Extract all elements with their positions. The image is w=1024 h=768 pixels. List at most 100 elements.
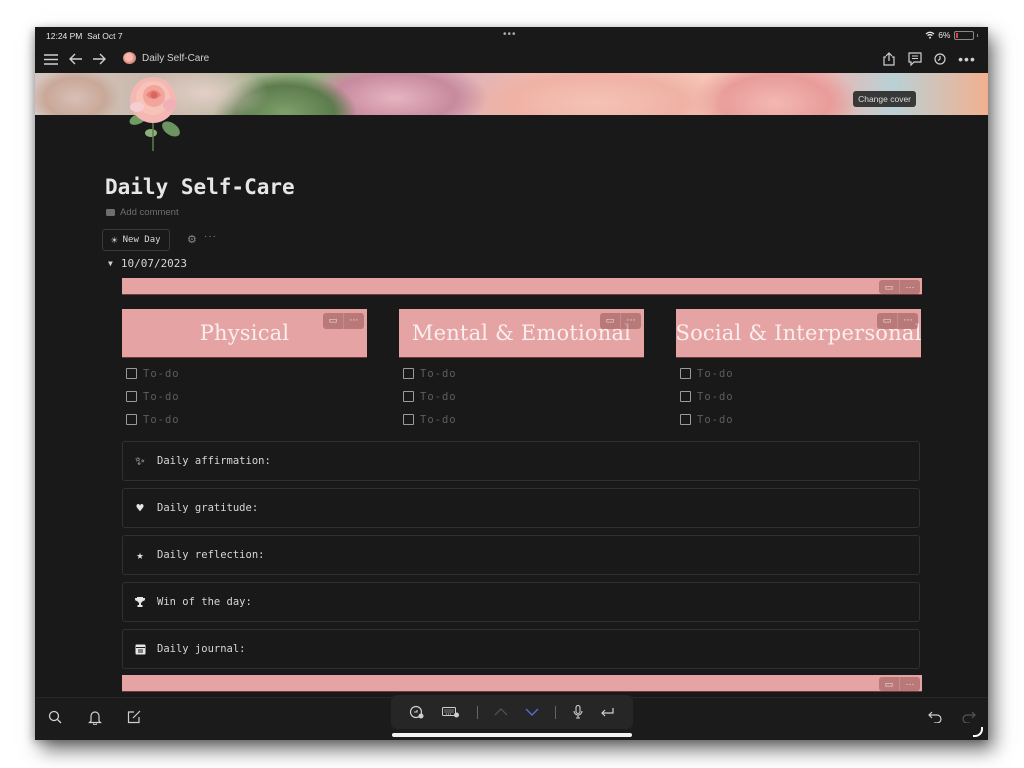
resize-corner bbox=[973, 727, 983, 737]
toggle-date: 10/07/2023 bbox=[120, 257, 188, 270]
more-icon[interactable]: ••• bbox=[958, 50, 976, 68]
page-title[interactable]: Daily Self-Care bbox=[105, 175, 295, 199]
heart-icon: ♥ bbox=[136, 501, 144, 515]
separator bbox=[476, 705, 478, 719]
checkbox[interactable] bbox=[126, 368, 137, 379]
checkbox[interactable] bbox=[680, 368, 691, 379]
divider-banner-top[interactable]: ▭ ··· bbox=[122, 278, 922, 295]
more-icon[interactable]: ··· bbox=[899, 280, 920, 294]
checkbox[interactable] bbox=[403, 368, 414, 379]
todo-item[interactable]: To-do bbox=[403, 408, 644, 431]
column-heading[interactable]: Social & Interpersonal ▭ ··· bbox=[676, 309, 921, 358]
comment-icon[interactable]: ▭ bbox=[879, 280, 899, 294]
todo-placeholder: To-do bbox=[143, 390, 180, 403]
microphone-icon[interactable] bbox=[573, 705, 583, 719]
share-icon[interactable] bbox=[880, 50, 898, 68]
comment-icon[interactable]: ▭ bbox=[879, 677, 899, 691]
sparkles-icon: ✨︎ bbox=[135, 453, 145, 468]
callout-affirmation[interactable]: ✨︎ Daily affirmation: bbox=[122, 441, 920, 481]
todo-item[interactable]: To-do bbox=[680, 385, 921, 408]
journal-icon bbox=[133, 644, 147, 655]
hamburger-icon[interactable] bbox=[42, 50, 60, 68]
todo-placeholder: To-do bbox=[697, 390, 734, 403]
keyboard-icon[interactable] bbox=[441, 706, 460, 718]
bell-icon[interactable] bbox=[84, 706, 106, 728]
comment-icon[interactable]: ▭ bbox=[323, 313, 343, 329]
checkbox[interactable] bbox=[403, 414, 414, 425]
status-bar: 12:24 PM Sat Oct 7 ••• 6% bbox=[35, 27, 988, 45]
undo-history-icon[interactable] bbox=[409, 705, 425, 719]
more-icon[interactable]: ··· bbox=[343, 313, 364, 329]
sun-icon: ☀ bbox=[111, 233, 118, 247]
todo-item[interactable]: To-do bbox=[126, 385, 367, 408]
search-icon[interactable] bbox=[44, 706, 66, 728]
multitask-dots[interactable]: ••• bbox=[503, 29, 517, 40]
more-icon[interactable]: ··· bbox=[620, 313, 641, 329]
rose-icon bbox=[123, 52, 136, 64]
callout-journal[interactable]: Daily journal: bbox=[122, 629, 920, 669]
comment-icon[interactable]: ▭ bbox=[600, 313, 620, 329]
callout-label: Daily journal: bbox=[157, 643, 246, 655]
battery-percent: 6% bbox=[938, 30, 951, 40]
arrow-left-icon[interactable] bbox=[67, 50, 85, 68]
home-indicator[interactable] bbox=[392, 733, 632, 737]
callout-reflection[interactable]: ★ Daily reflection: bbox=[122, 535, 920, 575]
comment-icon[interactable]: ▭ bbox=[877, 313, 897, 329]
star-icon: ★ bbox=[136, 548, 144, 562]
checkbox[interactable] bbox=[680, 414, 691, 425]
breadcrumb-page[interactable]: Daily Self-Care bbox=[123, 52, 209, 64]
status-right: 6% bbox=[925, 30, 978, 40]
column-mental-emotional: Mental & Emotional ▭ ··· To-do To-do To-d… bbox=[399, 309, 644, 431]
block-tools: ▭ ··· bbox=[877, 313, 918, 329]
checkbox[interactable] bbox=[126, 391, 137, 402]
top-nav: Daily Self-Care ••• bbox=[35, 45, 988, 73]
redo-icon[interactable] bbox=[957, 706, 979, 728]
heading-text: Mental & Emotional bbox=[411, 321, 632, 345]
divider-banner-bottom[interactable]: ▭ ··· bbox=[122, 675, 922, 692]
callout-label: Daily gratitude: bbox=[157, 502, 259, 514]
todo-placeholder: To-do bbox=[143, 367, 180, 380]
breadcrumb-title: Daily Self-Care bbox=[142, 52, 210, 64]
todo-item[interactable]: To-do bbox=[680, 408, 921, 431]
todo-placeholder: To-do bbox=[697, 413, 734, 426]
callout-label: Daily reflection: bbox=[157, 549, 265, 561]
callout-gratitude[interactable]: ♥ Daily gratitude: bbox=[122, 488, 920, 528]
undo-icon[interactable] bbox=[924, 706, 946, 728]
checkbox[interactable] bbox=[680, 391, 691, 402]
wifi-icon bbox=[925, 31, 935, 39]
comments-icon[interactable] bbox=[906, 50, 924, 68]
more-icon[interactable]: ··· bbox=[899, 677, 920, 691]
arrow-right-icon[interactable] bbox=[90, 50, 108, 68]
todo-placeholder: To-do bbox=[420, 367, 457, 380]
todo-item[interactable]: To-do bbox=[126, 362, 367, 385]
column-heading[interactable]: Physical ▭ ··· bbox=[122, 309, 367, 358]
checkbox[interactable] bbox=[403, 391, 414, 402]
todo-item[interactable]: To-do bbox=[403, 385, 644, 408]
more-icon[interactable]: ··· bbox=[897, 313, 918, 329]
checkbox[interactable] bbox=[126, 414, 137, 425]
chevron-up-icon[interactable] bbox=[494, 708, 508, 716]
change-cover-button[interactable]: Change cover bbox=[853, 91, 916, 107]
compose-icon[interactable] bbox=[123, 706, 145, 728]
triangle-down-icon[interactable]: ▼ bbox=[108, 259, 113, 268]
todo-placeholder: To-do bbox=[143, 413, 180, 426]
page-content: Daily Self-Care Add comment ☀ New Day ⚙ … bbox=[35, 115, 988, 697]
history-icon[interactable] bbox=[931, 50, 949, 68]
more-icon[interactable]: ··· bbox=[204, 231, 217, 242]
column-social-interpersonal: Social & Interpersonal ▭ ··· To-do To-do … bbox=[676, 309, 921, 431]
callout-win[interactable]: Win of the day: bbox=[122, 582, 920, 622]
chevron-down-icon[interactable] bbox=[525, 708, 539, 716]
todo-placeholder: To-do bbox=[697, 367, 734, 380]
block-tools: ▭ ··· bbox=[600, 313, 641, 329]
todo-item[interactable]: To-do bbox=[680, 362, 921, 385]
comment-icon bbox=[106, 209, 115, 216]
new-day-button[interactable]: ☀ New Day bbox=[102, 229, 170, 251]
todo-item[interactable]: To-do bbox=[403, 362, 644, 385]
add-comment-button[interactable]: Add comment bbox=[106, 207, 179, 218]
column-heading[interactable]: Mental & Emotional ▭ ··· bbox=[399, 309, 644, 358]
return-icon[interactable] bbox=[600, 707, 615, 718]
gear-icon[interactable]: ⚙ bbox=[187, 233, 197, 246]
bottom-toolbar bbox=[35, 695, 988, 740]
toggle-block[interactable]: ▼ 10/07/2023 bbox=[108, 257, 187, 270]
todo-item[interactable]: To-do bbox=[126, 408, 367, 431]
